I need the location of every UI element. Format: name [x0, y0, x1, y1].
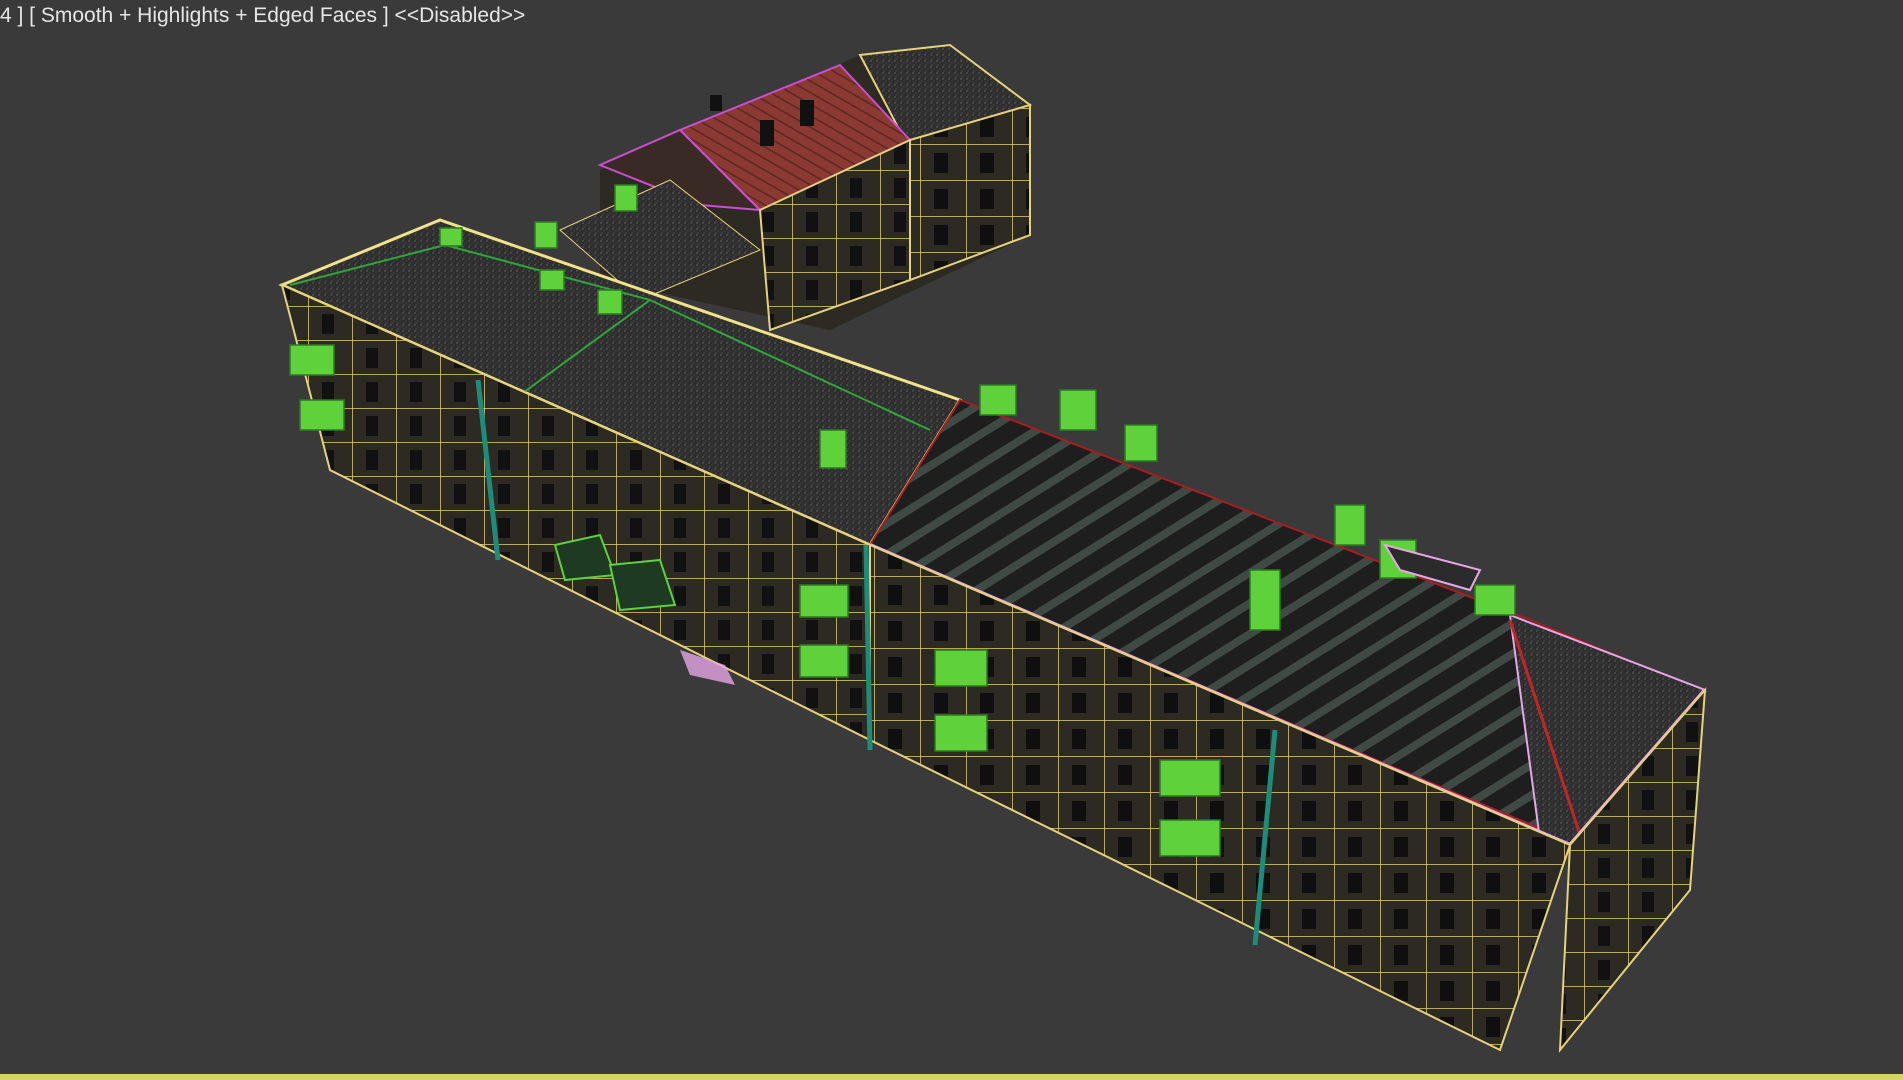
active-viewport-border: [0, 1074, 1903, 1080]
building-model[interactable]: [0, 0, 1903, 1076]
viewport-perspective[interactable]: 4 ] [ Smooth + Highlights + Edged Faces …: [0, 0, 1903, 1076]
main-wing: [863, 398, 1707, 1053]
